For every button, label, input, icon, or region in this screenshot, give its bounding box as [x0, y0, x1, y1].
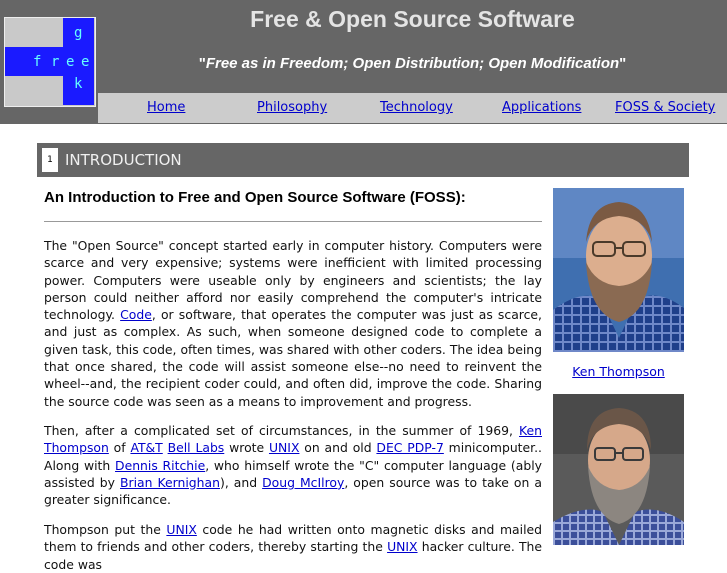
- logo-letter-g: g: [74, 25, 83, 41]
- article-paragraph-3: Thompson put the UNIX code he had writte…: [44, 522, 542, 572]
- section-number: 1: [42, 148, 58, 172]
- logo-letter-r: r: [51, 54, 60, 70]
- dennis-ritchie-link[interactable]: Dennis Ritchie: [115, 458, 205, 473]
- dec-pdp7-link[interactable]: DEC PDP-7: [376, 440, 443, 455]
- ken-thompson-photo: [553, 188, 684, 352]
- att-link[interactable]: AT&T: [130, 440, 162, 455]
- article-heading: An Introduction to Free and Open Source …: [44, 189, 466, 206]
- unix-link[interactable]: UNIX: [166, 522, 196, 537]
- site-tagline: "Free as in Freedom; Open Distribution; …: [198, 55, 627, 72]
- main-nav: Home Philosophy Technology Applications …: [98, 93, 727, 123]
- nav-technology-link[interactable]: Technology: [380, 100, 453, 115]
- logo-letter-k: k: [74, 76, 83, 92]
- section-title: INTRODUCTION: [65, 151, 182, 169]
- doug-mcilroy-link[interactable]: Doug McIlroy: [262, 475, 344, 490]
- nav-foss-society-link[interactable]: FOSS & Society: [615, 100, 715, 115]
- unix-link[interactable]: UNIX: [269, 440, 299, 455]
- ken-thompson-caption-link[interactable]: Ken Thompson: [572, 364, 665, 379]
- dennis-ritchie-photo: [553, 394, 684, 545]
- site-header: g f r e e k Free & Open Source Software …: [0, 0, 727, 124]
- nav-applications-link[interactable]: Applications: [502, 100, 581, 115]
- logo-letter-f: f: [33, 54, 42, 70]
- article-paragraph-2: Then, after a complicated set of circums…: [44, 423, 542, 508]
- heading-divider: [44, 221, 542, 222]
- nav-philosophy-link[interactable]: Philosophy: [257, 100, 327, 115]
- logo-letter-e: e: [81, 54, 90, 70]
- nav-home-link[interactable]: Home: [147, 100, 185, 115]
- code-link[interactable]: Code: [120, 307, 152, 322]
- article-paragraph-1: The "Open Source" concept started early …: [44, 238, 542, 409]
- ken-thompson-caption: Ken Thompson: [553, 364, 684, 379]
- brian-kernighan-link[interactable]: Brian Kernighan: [120, 475, 220, 490]
- logo-letter-e: e: [66, 54, 75, 70]
- site-logo[interactable]: g f r e e k: [4, 17, 96, 107]
- site-title: Free & Open Source Software: [250, 6, 575, 32]
- bell-labs-link[interactable]: Bell Labs: [168, 440, 225, 455]
- unix-link[interactable]: UNIX: [387, 539, 417, 554]
- section-header: 1 INTRODUCTION: [37, 143, 689, 177]
